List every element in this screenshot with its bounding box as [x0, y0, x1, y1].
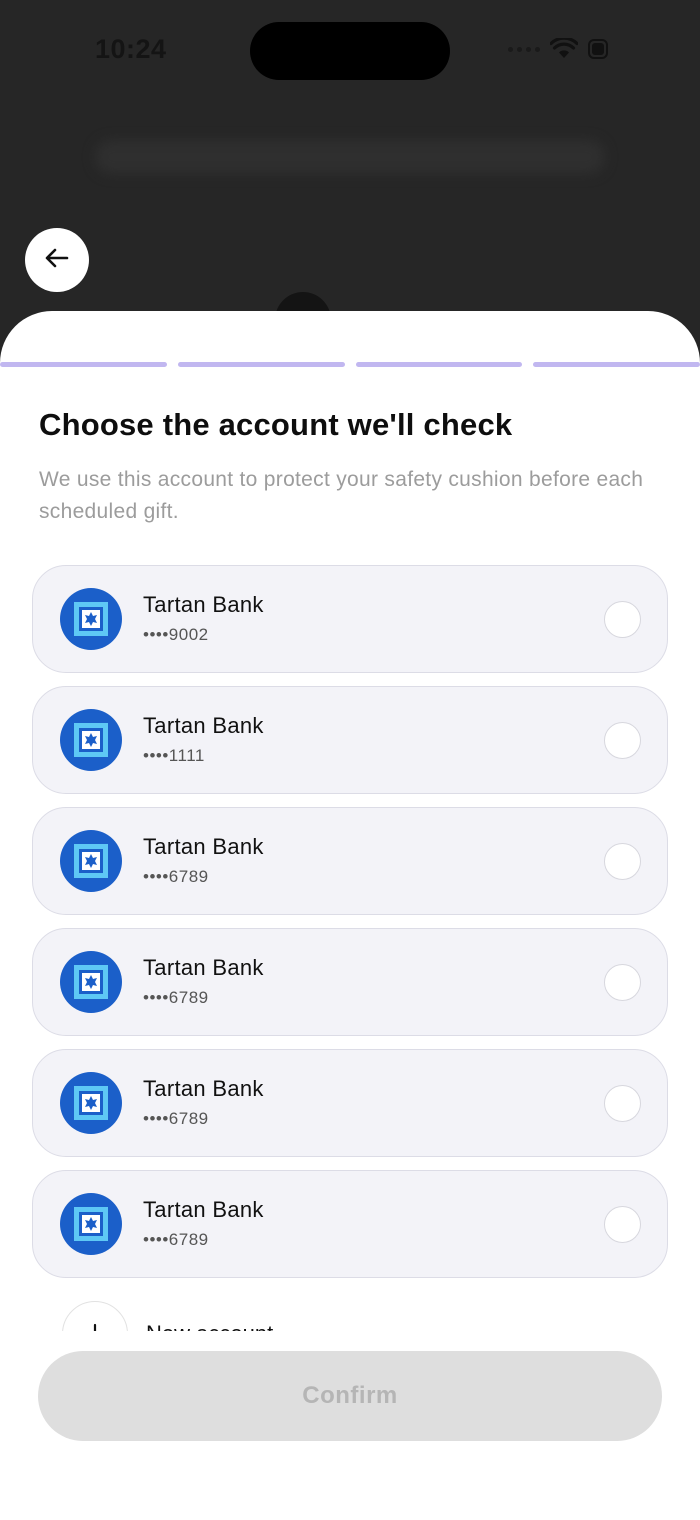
account-option[interactable]: Tartan Bank ••••9002 [32, 565, 668, 673]
account-number: ••••9002 [143, 625, 209, 644]
status-time: 10:24 [95, 34, 167, 64]
tartan-bank-logo-icon [60, 1193, 122, 1255]
bank-name: Tartan Bank [143, 592, 264, 617]
account-radio[interactable] [604, 722, 641, 759]
arrow-left-icon [44, 245, 70, 276]
step-progress [0, 362, 700, 367]
back-button[interactable] [25, 228, 89, 292]
bank-name: Tartan Bank [143, 834, 264, 859]
sheet-footer: Confirm [0, 1331, 700, 1520]
account-number: ••••6789 [143, 988, 209, 1007]
background-heading-blurred [95, 140, 605, 174]
screen: 10:24 Choose the account we'll check We … [0, 0, 700, 1520]
account-option[interactable]: Tartan Bank ••••6789 [32, 1170, 668, 1278]
account-option[interactable]: Tartan Bank ••••6789 [32, 807, 668, 915]
sheet-title: Choose the account we'll check [39, 407, 513, 442]
tartan-bank-logo-icon [60, 830, 122, 892]
status-icons [508, 38, 610, 60]
account-option[interactable]: Tartan Bank ••••1111 [32, 686, 668, 794]
account-radio[interactable] [604, 1206, 641, 1243]
bank-name: Tartan Bank [143, 713, 264, 738]
wifi-icon [550, 38, 578, 60]
account-option[interactable]: Tartan Bank ••••6789 [32, 1049, 668, 1157]
cellular-signal-icon [508, 46, 540, 52]
progress-step [177, 362, 345, 367]
sheet-subtitle: We use this account to protect your safe… [39, 468, 644, 523]
account-number: ••••6789 [143, 867, 209, 886]
tartan-bank-logo-icon [60, 709, 122, 771]
account-radio[interactable] [604, 964, 641, 1001]
account-radio[interactable] [604, 1085, 641, 1122]
progress-step [0, 362, 167, 367]
account-list: Tartan Bank ••••9002 Tartan Bank ••••111… [32, 565, 668, 1291]
tartan-bank-logo-icon [60, 951, 122, 1013]
account-option[interactable]: Tartan Bank ••••6789 [32, 928, 668, 1036]
account-number: ••••6789 [143, 1230, 209, 1249]
bank-name: Tartan Bank [143, 955, 264, 980]
account-radio[interactable] [604, 601, 641, 638]
dynamic-island [250, 22, 450, 80]
account-number: ••••1111 [143, 746, 205, 765]
bank-name: Tartan Bank [143, 1076, 264, 1101]
battery-icon [588, 38, 610, 60]
tartan-bank-logo-icon [60, 1072, 122, 1134]
account-number: ••••6789 [143, 1109, 209, 1128]
bank-name: Tartan Bank [143, 1197, 264, 1222]
progress-step [355, 362, 523, 367]
progress-step [533, 362, 700, 367]
account-picker-sheet: Choose the account we'll check We use th… [0, 311, 700, 1520]
account-radio[interactable] [604, 843, 641, 880]
tartan-bank-logo-icon [60, 588, 122, 650]
confirm-button[interactable]: Confirm [38, 1351, 662, 1441]
